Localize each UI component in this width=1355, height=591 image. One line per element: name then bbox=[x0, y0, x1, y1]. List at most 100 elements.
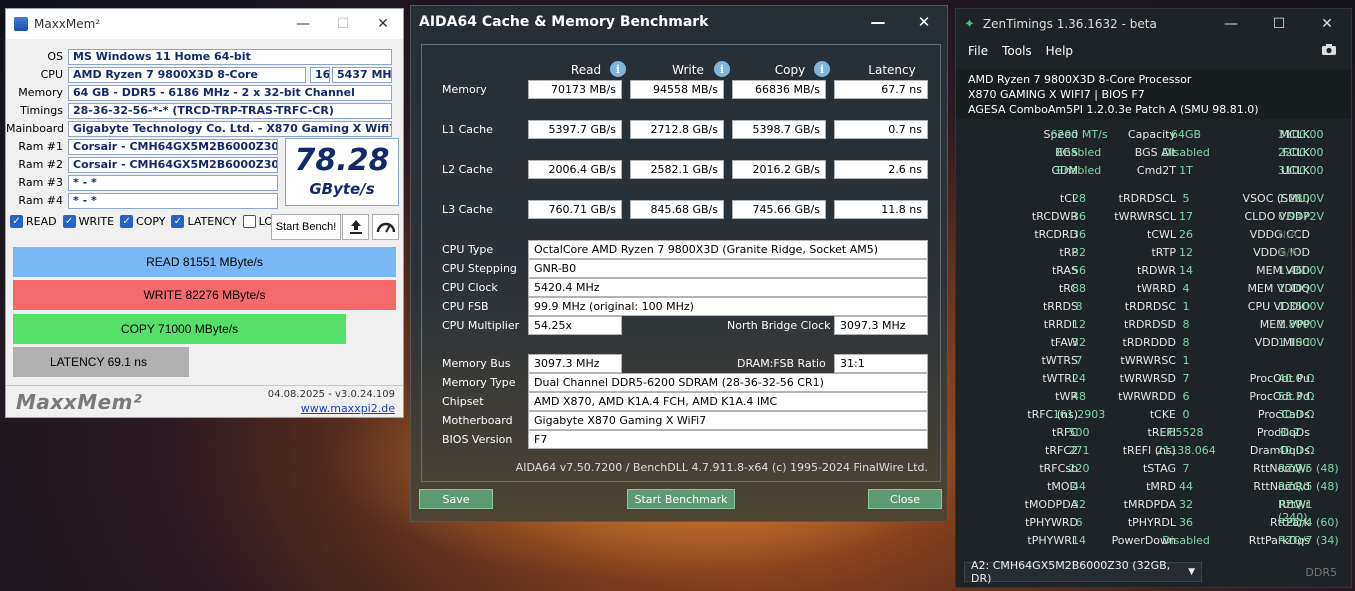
l2-latency: 2.6 ns bbox=[834, 160, 928, 179]
aida-results-panel: Read i Write i Copy i Latency Memory 701… bbox=[421, 44, 941, 482]
l1-write: 2712.8 GB/s bbox=[630, 120, 724, 139]
mainboard-label: Mainboard bbox=[6, 122, 65, 135]
zentimings-window: ✦ ZenTimings 1.36.1632 - beta — ☐ ✕ File… bbox=[955, 8, 1352, 588]
aida64-window: AIDA64 Cache & Memory Benchmark — ✕ Read… bbox=[410, 5, 948, 522]
row-l3-label: L3 Cache bbox=[442, 203, 493, 216]
bios-value: F7 bbox=[528, 430, 928, 449]
chevron-down-icon: ▼ bbox=[1188, 567, 1195, 577]
menu-file[interactable]: File bbox=[968, 44, 988, 58]
minimize-icon[interactable]: — bbox=[855, 13, 901, 31]
memory-value: 64 GB - DDR5 - 6186 MHz - 2 x 32-bit Cha… bbox=[68, 84, 392, 101]
ram1-value: Corsair - CMH64GX5M2B6000Z30 bbox=[68, 138, 278, 155]
dimm-select[interactable]: A2: CMH64GX5M2B6000Z30 (32GB, DR) ▼ bbox=[964, 559, 1202, 585]
checkmark-icon: ✓ bbox=[62, 215, 76, 228]
minimize-icon[interactable]: — bbox=[1207, 16, 1255, 32]
cpu-multiplier-label: CPU Multiplier bbox=[442, 319, 520, 332]
l1-copy: 5398.7 GB/s bbox=[732, 120, 826, 139]
start-bench-button[interactable]: Start Bench! bbox=[271, 214, 341, 240]
memory-latency: 67.7 ns bbox=[834, 80, 928, 99]
cpu-clock-value: 5420.4 MHz bbox=[528, 278, 928, 297]
mem-bus-value: 3097.3 MHz bbox=[528, 354, 622, 373]
ram1-label: Ram #1 bbox=[18, 140, 63, 153]
memory-read: 70173 MB/s bbox=[528, 80, 622, 99]
upload-button[interactable] bbox=[342, 214, 369, 240]
motherboard-label: Motherboard bbox=[442, 414, 513, 427]
read-result-text: READ 81551 MByte/s bbox=[146, 255, 263, 269]
close-icon[interactable]: ✕ bbox=[1303, 16, 1351, 32]
processor-name: AMD Ryzen 7 9800X3D 8-Core Processor bbox=[968, 73, 1192, 86]
read-result-bar: READ 81551 MByte/s bbox=[13, 247, 396, 277]
cpu-type-label: CPU Type bbox=[442, 243, 494, 256]
timing-value: 1.2800V bbox=[1278, 192, 1325, 205]
l2-read: 2006.4 GB/s bbox=[528, 160, 622, 179]
timing-value: 1.4600V bbox=[1278, 264, 1325, 277]
zen-titlebar: ✦ ZenTimings 1.36.1632 - beta — ☐ ✕ bbox=[956, 9, 1351, 39]
copy-result-bar: COPY 71000 MByte/s bbox=[13, 314, 346, 344]
info-icon[interactable]: i bbox=[610, 61, 626, 77]
memory-write: 94558 MB/s bbox=[630, 80, 724, 99]
dram-fsb-value: 31:1 bbox=[834, 354, 928, 373]
maxxmem-website-link[interactable]: www.maxxpi2.de bbox=[301, 402, 395, 415]
timing-value: 0.9472V bbox=[1278, 210, 1325, 223]
memory-type-label: DDR5 bbox=[1305, 566, 1337, 579]
minimize-icon[interactable]: — bbox=[283, 16, 323, 32]
save-button[interactable]: Save bbox=[419, 489, 493, 509]
unchecked-box-icon bbox=[242, 215, 256, 228]
timing-value: 1 bbox=[1182, 354, 1190, 367]
maximize-icon[interactable]: ☐ bbox=[1255, 16, 1303, 32]
ram3-label: Ram #3 bbox=[18, 176, 63, 189]
timing-value: 3100.00 bbox=[1278, 128, 1324, 141]
dimm-select-value: A2: CMH64GX5M2B6000Z30 (32GB, DR) bbox=[971, 559, 1171, 585]
menu-tools[interactable]: Tools bbox=[1002, 44, 1032, 58]
l3-read: 760.71 GB/s bbox=[528, 200, 622, 219]
chipset-value: AMD X870, AMD K1A.4 FCH, AMD K1A.4 IMC bbox=[528, 392, 928, 411]
l2-write: 2582.1 GB/s bbox=[630, 160, 724, 179]
write-checkbox[interactable]: ✓ WRITE bbox=[62, 215, 115, 228]
row-l1-label: L1 Cache bbox=[442, 123, 493, 136]
cpu-clock-label: CPU Clock bbox=[442, 281, 498, 294]
row-memory-label: Memory bbox=[442, 83, 487, 96]
close-button[interactable]: Close bbox=[868, 489, 942, 509]
memory-copy: 66836 MB/s bbox=[732, 80, 826, 99]
close-icon[interactable]: ✕ bbox=[901, 13, 947, 31]
timing-value: 3100.00 bbox=[1278, 164, 1324, 177]
dram-fsb-label: DRAM:FSB Ratio bbox=[737, 357, 826, 370]
cpu-fsb-label: CPU FSB bbox=[442, 300, 489, 313]
start-benchmark-button[interactable]: Start Benchmark bbox=[627, 489, 735, 509]
copy-result-text: COPY 71000 MByte/s bbox=[120, 322, 239, 336]
l1-read: 5397.7 GB/s bbox=[528, 120, 622, 139]
upload-icon bbox=[349, 220, 362, 234]
latency-checkbox[interactable]: ✓ LATENCY bbox=[171, 215, 237, 228]
timing-value: 2200.00 bbox=[1278, 146, 1324, 159]
write-check-label: WRITE bbox=[78, 215, 115, 228]
cpu-threads: 16 bbox=[310, 66, 330, 83]
memory-row: Memory 64 GB - DDR5 - 6186 MHz - 2 x 32-… bbox=[6, 84, 392, 101]
l3-write: 845.68 GB/s bbox=[630, 200, 724, 219]
l3-copy: 745.66 GB/s bbox=[732, 200, 826, 219]
header-latency: Latency bbox=[868, 63, 916, 77]
row-l2-label: L2 Cache bbox=[442, 163, 493, 176]
timings-label: Timings bbox=[20, 104, 63, 117]
mem-type-value: Dual Channel DDR5-6200 SDRAM (28-36-32-5… bbox=[528, 373, 928, 392]
cpu-stepping-label: CPU Stepping bbox=[442, 262, 517, 275]
latency-result-bar: LATENCY 69.1 ns bbox=[13, 347, 189, 377]
read-checkbox[interactable]: ✓ READ bbox=[10, 215, 57, 228]
timing-value: N/A bbox=[1278, 246, 1298, 259]
zen-menubar: File Tools Help bbox=[956, 39, 1351, 63]
info-icon[interactable]: i bbox=[714, 61, 730, 77]
copy-checkbox[interactable]: ✓ COPY bbox=[120, 215, 165, 228]
camera-icon[interactable] bbox=[1321, 43, 1337, 59]
board-bios: X870 GAMING X WIFI7 | BIOS F7 bbox=[968, 88, 1145, 101]
maximize-icon[interactable]: ☐ bbox=[323, 16, 363, 32]
gauge-button[interactable] bbox=[372, 214, 399, 240]
timing-value: 30.0 Ω bbox=[1278, 408, 1315, 421]
l1-latency: 0.7 ns bbox=[834, 120, 928, 139]
cpu-multiplier-value: 54.25x bbox=[528, 316, 622, 335]
write-result-text: WRITE 82276 MByte/s bbox=[143, 288, 266, 302]
info-icon[interactable]: i bbox=[814, 61, 830, 77]
chipset-label: Chipset bbox=[442, 395, 484, 408]
os-label: OS bbox=[47, 50, 63, 63]
maxxmem-logo: MaxxMem² bbox=[16, 390, 143, 414]
close-icon[interactable]: ✕ bbox=[363, 16, 403, 32]
menu-help[interactable]: Help bbox=[1046, 44, 1073, 58]
